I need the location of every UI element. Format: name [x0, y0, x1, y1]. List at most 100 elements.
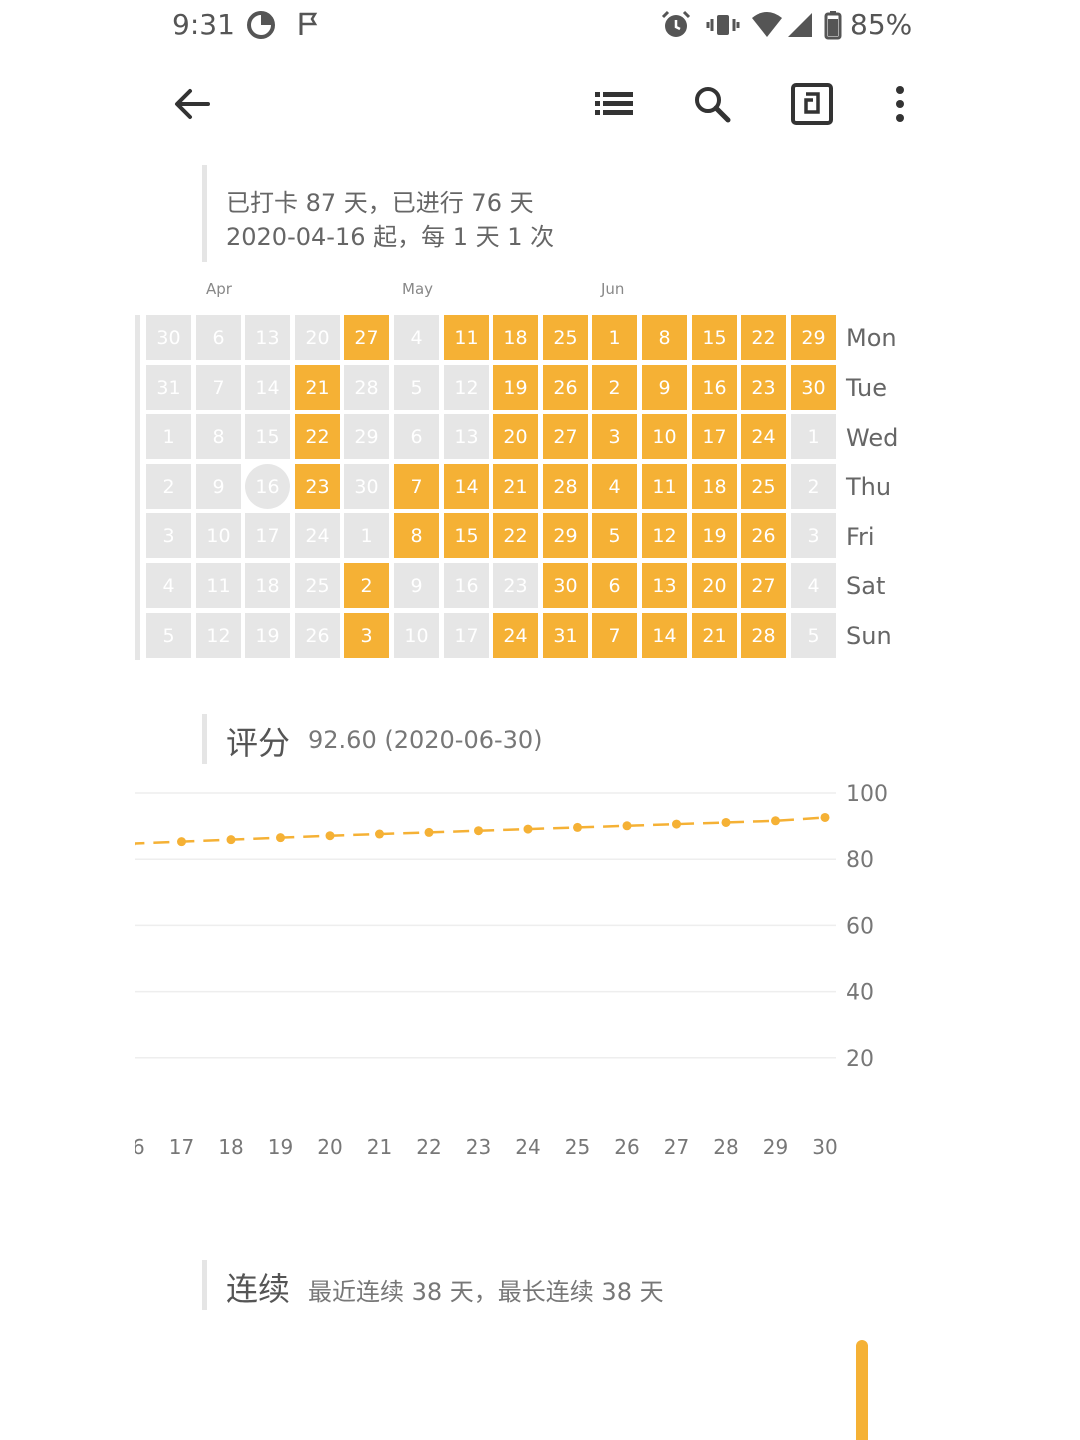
- calendar-day[interactable]: 17: [444, 613, 489, 658]
- calendar-day[interactable]: 22: [493, 513, 538, 558]
- calendar-day[interactable]: 31: [543, 613, 588, 658]
- calendar-day[interactable]: 3: [146, 513, 191, 558]
- calendar-day[interactable]: 12: [444, 365, 489, 410]
- calendar-day[interactable]: 3: [592, 414, 637, 459]
- calendar-day[interactable]: 12: [196, 613, 241, 658]
- calendar-day[interactable]: 9: [196, 464, 241, 509]
- calendar-day[interactable]: 24: [493, 613, 538, 658]
- calendar-day[interactable]: 15: [444, 513, 489, 558]
- calendar-day[interactable]: 11: [642, 464, 687, 509]
- calendar-day[interactable]: 5: [394, 365, 439, 410]
- calendar-day[interactable]: 30: [146, 315, 191, 360]
- calendar-day[interactable]: 14: [444, 464, 489, 509]
- calendar-day[interactable]: 1: [592, 315, 637, 360]
- nfc-button[interactable]: [788, 82, 836, 130]
- calendar-day[interactable]: 15: [245, 414, 290, 459]
- calendar-day[interactable]: 21: [295, 365, 340, 410]
- score-point[interactable]: [276, 833, 285, 843]
- calendar-day[interactable]: 26: [741, 513, 786, 558]
- calendar-day[interactable]: 1: [791, 414, 836, 459]
- calendar-day[interactable]: 13: [444, 414, 489, 459]
- calendar-day[interactable]: 22: [295, 414, 340, 459]
- calendar-day[interactable]: 28: [344, 365, 389, 410]
- score-point[interactable]: [375, 829, 384, 839]
- score-point[interactable]: [573, 822, 582, 832]
- calendar-day[interactable]: 19: [493, 365, 538, 410]
- calendar-day[interactable]: 7: [592, 613, 637, 658]
- calendar-day[interactable]: 12: [642, 513, 687, 558]
- calendar-day[interactable]: 3: [791, 513, 836, 558]
- score-point[interactable]: [672, 819, 681, 829]
- calendar-day[interactable]: 30: [344, 464, 389, 509]
- calendar-day[interactable]: 8: [196, 414, 241, 459]
- calendar-day[interactable]: 9: [642, 365, 687, 410]
- calendar-day[interactable]: 16: [245, 464, 290, 509]
- back-button[interactable]: [168, 82, 216, 130]
- calendar-day[interactable]: 19: [692, 513, 737, 558]
- calendar-day[interactable]: 27: [741, 563, 786, 608]
- calendar-day[interactable]: 23: [295, 464, 340, 509]
- calendar-day[interactable]: 14: [245, 365, 290, 410]
- calendar-day[interactable]: 10: [196, 513, 241, 558]
- calendar-day[interactable]: 21: [692, 613, 737, 658]
- calendar-day[interactable]: 30: [791, 365, 836, 410]
- calendar-day[interactable]: 3: [344, 613, 389, 658]
- calendar-day[interactable]: 2: [146, 464, 191, 509]
- calendar-day[interactable]: 2: [791, 464, 836, 509]
- calendar-day[interactable]: 4: [592, 464, 637, 509]
- calendar-day[interactable]: 24: [295, 513, 340, 558]
- calendar-day[interactable]: 6: [196, 315, 241, 360]
- calendar-day[interactable]: 5: [592, 513, 637, 558]
- score-point[interactable]: [721, 817, 731, 827]
- calendar-day[interactable]: 5: [791, 613, 836, 658]
- calendar-day[interactable]: 20: [692, 563, 737, 608]
- calendar-day[interactable]: 27: [543, 414, 588, 459]
- more-options-button[interactable]: [876, 82, 924, 130]
- calendar-day[interactable]: 7: [394, 464, 439, 509]
- calendar-day[interactable]: 6: [592, 563, 637, 608]
- calendar-day[interactable]: 11: [196, 563, 241, 608]
- calendar-day[interactable]: 20: [493, 414, 538, 459]
- calendar-day[interactable]: 13: [642, 563, 687, 608]
- calendar-day[interactable]: 14: [642, 613, 687, 658]
- calendar-day[interactable]: 10: [642, 414, 687, 459]
- calendar-day[interactable]: 25: [543, 315, 588, 360]
- calendar-day[interactable]: 30: [543, 563, 588, 608]
- calendar-day[interactable]: 5: [146, 613, 191, 658]
- calendar-day[interactable]: 29: [344, 414, 389, 459]
- calendar-day[interactable]: 20: [295, 315, 340, 360]
- score-point[interactable]: [226, 835, 236, 845]
- calendar-day[interactable]: 21: [493, 464, 538, 509]
- score-point[interactable]: [424, 827, 434, 837]
- calendar-day[interactable]: 25: [741, 464, 786, 509]
- calendar-day[interactable]: 22: [741, 315, 786, 360]
- calendar-day[interactable]: 1: [344, 513, 389, 558]
- calendar-day[interactable]: 26: [295, 613, 340, 658]
- calendar-day[interactable]: 13: [245, 315, 290, 360]
- calendar-day[interactable]: 7: [196, 365, 241, 410]
- calendar-day[interactable]: 15: [692, 315, 737, 360]
- calendar-day[interactable]: 9: [394, 563, 439, 608]
- calendar-day[interactable]: 11: [444, 315, 489, 360]
- calendar-day[interactable]: 6: [394, 414, 439, 459]
- calendar-day[interactable]: 29: [791, 315, 836, 360]
- search-button[interactable]: [688, 82, 736, 130]
- calendar-day[interactable]: 18: [692, 464, 737, 509]
- calendar-day[interactable]: 23: [493, 563, 538, 608]
- calendar-day[interactable]: 19: [245, 613, 290, 658]
- calendar-day[interactable]: 17: [692, 414, 737, 459]
- calendar-day[interactable]: 2: [344, 563, 389, 608]
- calendar-day[interactable]: 16: [444, 563, 489, 608]
- calendar-day[interactable]: 10: [394, 613, 439, 658]
- calendar-day[interactable]: 17: [245, 513, 290, 558]
- calendar-day[interactable]: 4: [394, 315, 439, 360]
- list-view-button[interactable]: [590, 82, 638, 130]
- calendar-day[interactable]: 28: [543, 464, 588, 509]
- calendar-day[interactable]: 31: [146, 365, 191, 410]
- calendar-day[interactable]: 18: [245, 563, 290, 608]
- score-point[interactable]: [771, 816, 780, 826]
- calendar-day[interactable]: 1: [146, 414, 191, 459]
- calendar-day[interactable]: 8: [642, 315, 687, 360]
- calendar-day[interactable]: 24: [741, 414, 786, 459]
- calendar-day[interactable]: 28: [741, 613, 786, 658]
